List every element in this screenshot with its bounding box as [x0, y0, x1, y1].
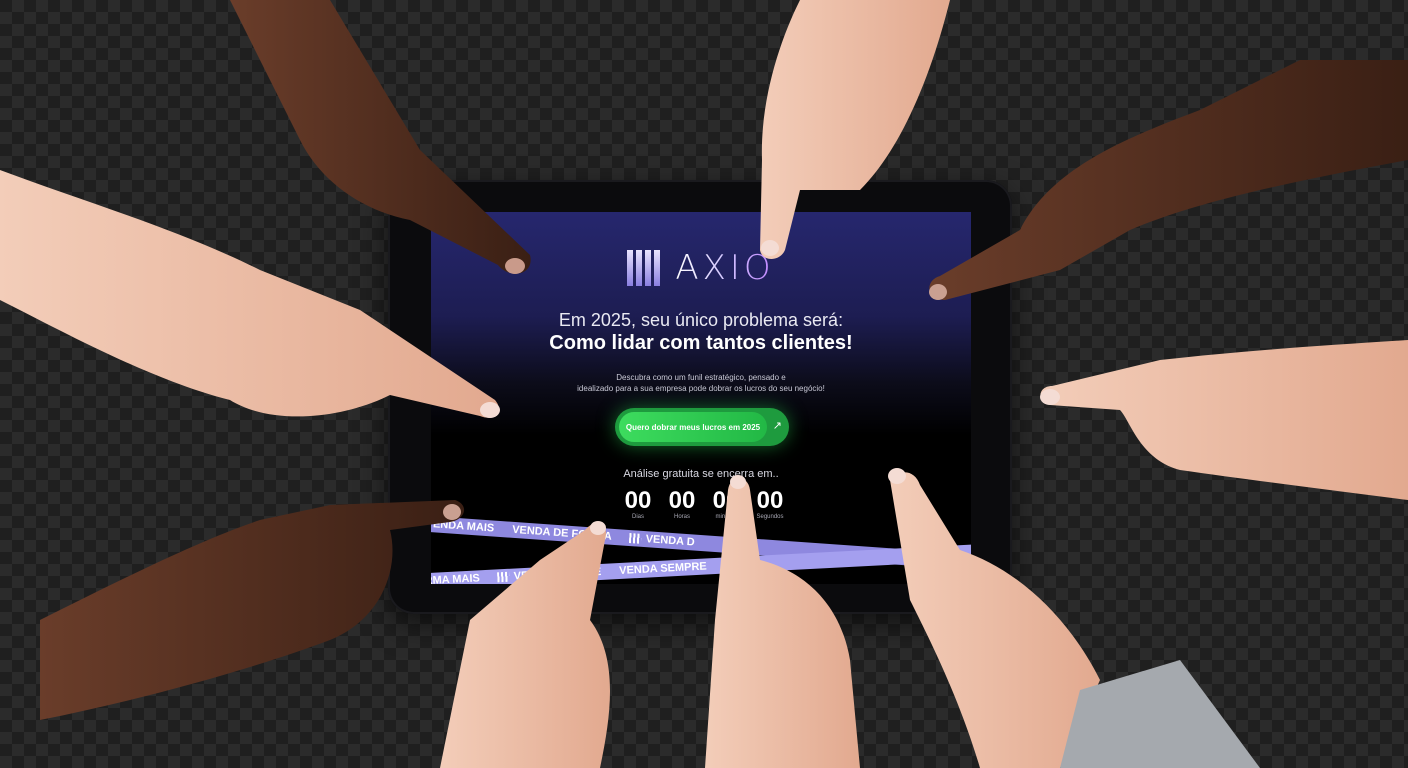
hand-bottom-right [888, 468, 1260, 768]
hand-right [1040, 340, 1408, 500]
pointing-hands-illustration [0, 0, 1408, 768]
hand-bottom-left [40, 500, 465, 720]
hand-top-right [929, 60, 1408, 300]
hand-top-center [760, 0, 950, 259]
hand-bottom-center-left [440, 521, 610, 768]
scene: AXIO Em 2025, seu único problema será: C… [0, 0, 1408, 768]
hand-top-left [230, 0, 531, 274]
hand-bottom-center [705, 475, 860, 768]
